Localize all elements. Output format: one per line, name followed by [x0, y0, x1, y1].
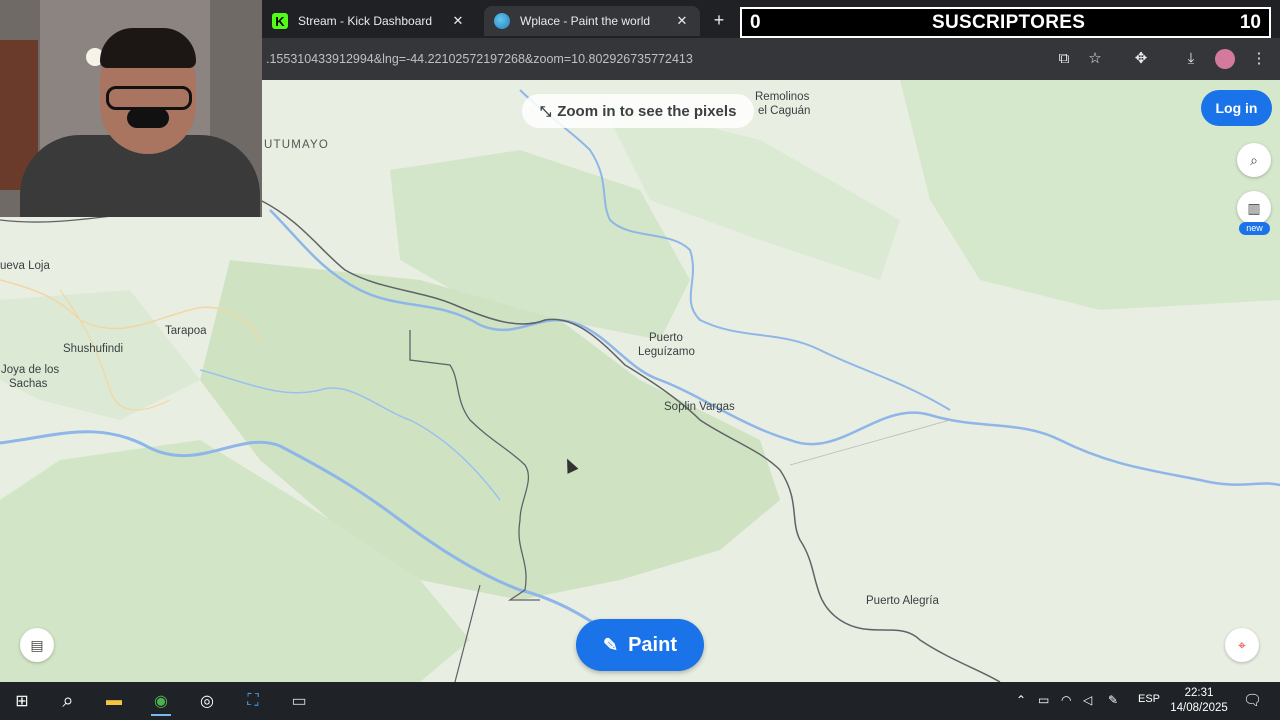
clock-time: 22:31 — [1184, 687, 1214, 699]
search-icon[interactable]: ⌕ — [50, 686, 86, 716]
tab-kick-dashboard[interactable]: K Stream - Kick Dashboard ✕ — [262, 6, 476, 36]
place-label: Remolinos — [755, 91, 810, 103]
chrome-icon[interactable]: ◉ — [143, 686, 179, 716]
subscriber-count-left: 0 — [750, 11, 761, 33]
place-label: el Caguán — [758, 105, 811, 117]
place-label: Sachas — [9, 378, 48, 390]
window-icon[interactable]: ▭ — [281, 686, 317, 716]
wifi-icon[interactable]: ◠ — [1061, 693, 1071, 707]
system-clock[interactable]: 22:31 14/08/2025 — [1166, 686, 1232, 716]
address-bar[interactable]: .155310433912994&lng=-44.22102572197268&… — [266, 52, 693, 66]
chevron-up-icon[interactable]: ⌃ — [1016, 693, 1026, 707]
crosshair-icon: ⌖ — [1238, 636, 1246, 653]
clock-date: 14/08/2025 — [1170, 702, 1228, 714]
profile-avatar[interactable] — [1215, 49, 1235, 69]
region-label: UTUMAYO — [264, 139, 330, 151]
pen-icon[interactable]: ✎ — [1108, 693, 1118, 707]
place-label: Soplin Vargas — [664, 401, 735, 413]
paint-label: Paint — [628, 633, 677, 656]
zoom-hint-banner: ⤡ Zoom in to see the pixels — [522, 94, 755, 128]
notification-icon[interactable]: 🗨 — [1243, 691, 1262, 709]
menu-icon[interactable]: ⋮ — [1249, 49, 1269, 69]
kick-logo-icon: K — [272, 13, 288, 29]
tab-wplace[interactable]: Wplace - Paint the world ✕ — [484, 6, 700, 36]
subscriber-label: SUSCRIPTORES — [932, 11, 1086, 33]
close-icon[interactable]: ✕ — [450, 13, 466, 29]
subscriber-goal: 10 — [1239, 11, 1261, 33]
place-label: Leguízamo — [638, 346, 695, 358]
login-button[interactable]: Log in — [1201, 90, 1272, 126]
download-icon[interactable]: ⤓ — [1181, 49, 1201, 69]
language-indicator[interactable]: ESP — [1138, 693, 1160, 705]
extensions-icon[interactable]: ✥ — [1131, 49, 1151, 69]
layers-icon: ▤ — [30, 636, 44, 653]
paint-button[interactable]: ✎ Paint — [576, 619, 704, 671]
new-badge: new — [1239, 222, 1270, 235]
bar-chart-icon: ▥ — [1247, 199, 1261, 216]
zoom-hint-text: Zoom in to see the pixels — [557, 102, 737, 120]
place-label: Tarapoa — [165, 325, 207, 337]
bookmark-star-icon[interactable]: ☆ — [1085, 49, 1105, 69]
place-label: Shushufindi — [63, 343, 124, 355]
tab-title: Stream - Kick Dashboard — [298, 14, 433, 28]
search-location-button[interactable]: ⌕ — [1237, 143, 1271, 177]
tab-title: Wplace - Paint the world — [520, 14, 651, 28]
zoom-icon: ⤡ — [540, 102, 552, 119]
my-location-button[interactable]: ⌖ — [1225, 628, 1259, 662]
subscriber-counter-overlay: 0 SUSCRIPTORES 10 — [740, 7, 1271, 38]
file-explorer-icon[interactable]: ▬ — [96, 686, 132, 716]
globe-icon — [494, 13, 510, 29]
place-label: Joya de los — [1, 364, 60, 376]
install-app-icon[interactable]: ⧉ — [1054, 49, 1074, 69]
app-icon[interactable]: ⛶ — [235, 686, 271, 716]
place-label: ueva Loja — [0, 260, 50, 272]
windows-start-icon[interactable]: ⊞ — [4, 686, 40, 716]
layers-button[interactable]: ▤ — [20, 628, 54, 662]
search-icon: ⌕ — [1250, 151, 1258, 168]
obs-icon[interactable]: ◎ — [189, 686, 225, 716]
battery-icon[interactable]: ▭ — [1038, 693, 1049, 707]
leaderboard-button[interactable]: ▥ — [1237, 191, 1271, 225]
new-tab-button[interactable]: + — [708, 9, 730, 31]
webcam-overlay — [0, 0, 262, 217]
windows-taskbar: ⊞ ⌕ ▬ ◉ ◎ ⛶ ▭ ⌃ ▭ ◠ ◁ ✎ ESP 22:31 14/08/… — [0, 682, 1280, 720]
volume-icon[interactable]: ◁ — [1083, 693, 1092, 707]
place-label: Puerto — [649, 332, 683, 344]
close-icon[interactable]: ✕ — [674, 13, 690, 29]
place-label: Puerto Alegría — [866, 595, 939, 607]
brush-icon: ✎ — [603, 634, 619, 655]
